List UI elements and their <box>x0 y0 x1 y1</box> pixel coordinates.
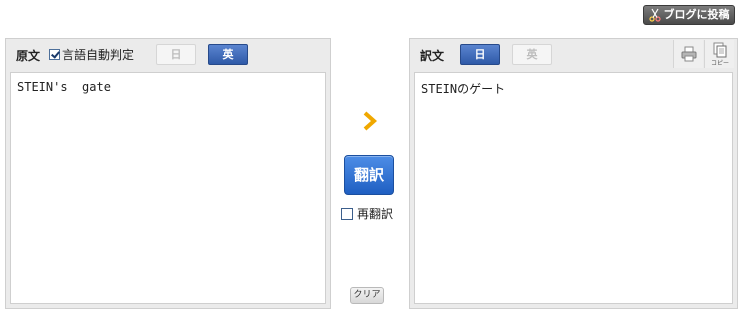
source-label: 原文 <box>16 49 41 63</box>
target-lang-ja-button[interactable]: 日 <box>460 44 500 65</box>
clear-button[interactable]: クリア <box>350 287 384 304</box>
blog-post-label: ブログに投稿 <box>663 8 730 21</box>
source-lang-ja-button[interactable]: 日 <box>156 44 196 65</box>
target-text-output[interactable]: STEINのゲート <box>414 72 733 304</box>
source-text-input[interactable]: STEIN's gate <box>10 72 326 304</box>
print-icon <box>681 46 697 65</box>
retranslate-toggle[interactable]: 再翻訳 <box>341 205 393 222</box>
target-panel: 訳文 日 英 コピー STEINのゲート <box>409 38 738 309</box>
retranslate-label: 再翻訳 <box>357 207 394 221</box>
target-label: 訳文 <box>420 49 445 63</box>
source-panel-header: 原文 言語自動判定 日 英 <box>6 39 330 69</box>
target-panel-header: 訳文 日 英 コピー <box>410 39 737 69</box>
copy-button[interactable]: コピー <box>704 40 734 68</box>
scissors-icon <box>648 8 661 22</box>
print-button[interactable] <box>673 40 703 68</box>
target-lang-en-button[interactable]: 英 <box>512 44 552 65</box>
auto-detect-toggle[interactable]: 言語自動判定 <box>49 46 134 63</box>
retranslate-checkbox[interactable] <box>341 207 353 220</box>
copy-label: コピー <box>710 60 729 67</box>
translate-button[interactable]: 翻訳 <box>344 155 394 195</box>
arrow-right-icon <box>361 111 379 131</box>
auto-detect-label: 言語自動判定 <box>62 48 135 62</box>
source-lang-en-button[interactable]: 英 <box>208 44 248 65</box>
blog-post-button[interactable]: ブログに投稿 <box>643 5 735 25</box>
source-panel: 原文 言語自動判定 日 英 STEIN's gate <box>5 38 331 309</box>
auto-detect-checkbox[interactable] <box>49 49 60 60</box>
